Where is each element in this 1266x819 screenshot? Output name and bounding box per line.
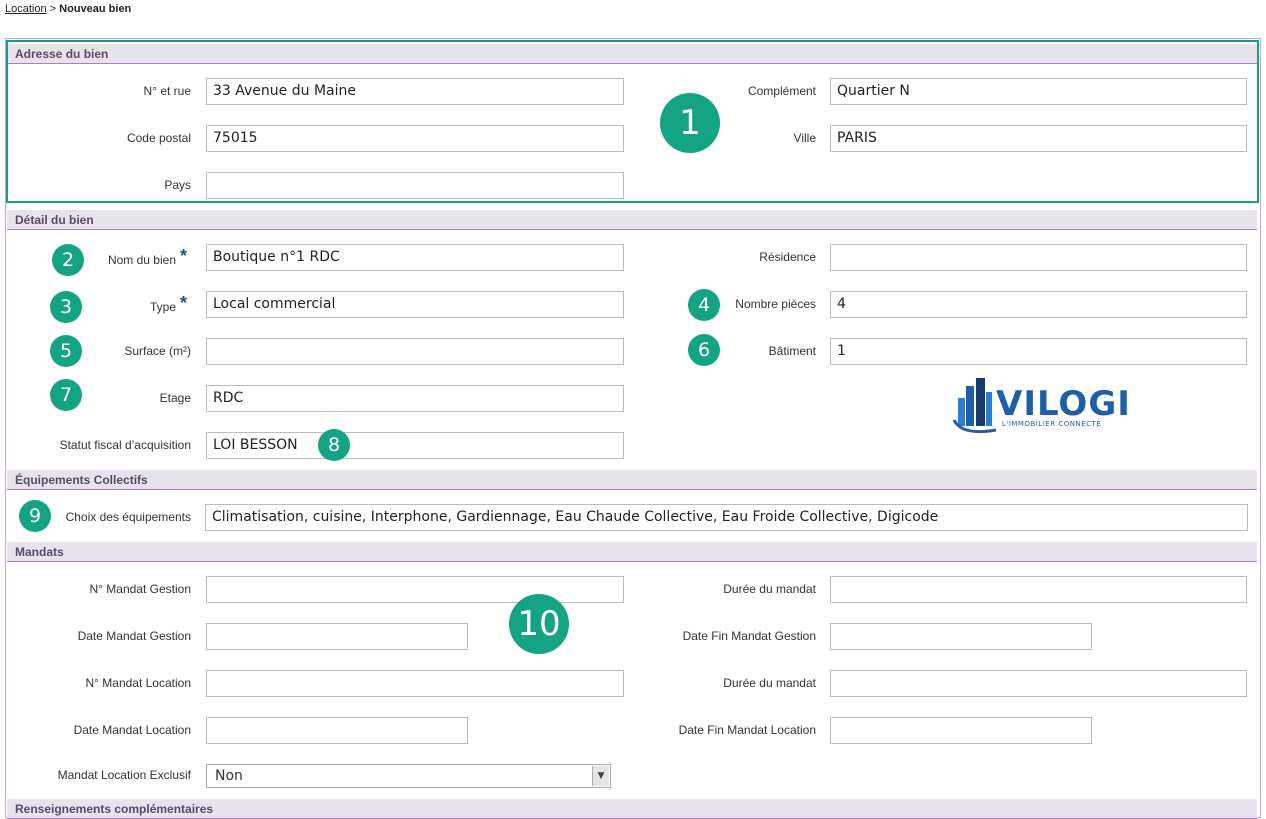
section-header-mandats: Mandats	[7, 542, 1257, 562]
date-fin-location-input[interactable]	[830, 717, 1092, 744]
nom-required-mark: *	[180, 246, 188, 266]
num-mandat-location-label: N° Mandat Location	[85, 676, 191, 690]
adresse-highlight-box	[6, 40, 1259, 203]
vilogi-logo: VILOGI L'IMMOBILIER CONNECTÉ	[952, 376, 1130, 438]
logo-tagline: L'IMMOBILIER CONNECTÉ	[1002, 420, 1102, 428]
residence-input[interactable]	[830, 244, 1247, 271]
nom-bien-input[interactable]: Boutique n°1 RDC	[206, 244, 624, 271]
statut-fiscal-input[interactable]: LOI BESSON	[206, 432, 624, 459]
code-postal-label: Code postal	[126, 131, 191, 145]
annotation-badge-8: 8	[318, 429, 350, 461]
num-mandat-gestion-input[interactable]	[206, 576, 624, 603]
equipements-input[interactable]: Climatisation, cuisine, Interphone, Gard…	[205, 504, 1248, 531]
nombre-pieces-input[interactable]: 4	[830, 291, 1247, 318]
type-label: Type	[149, 300, 176, 314]
type-required-mark: *	[180, 293, 188, 313]
complement-input[interactable]: Quartier N	[830, 78, 1247, 105]
section-header-renseignements: Renseignements complémentaires	[7, 799, 1257, 819]
num-mandat-gestion-label: N° Mandat Gestion	[89, 582, 191, 596]
date-mandat-gestion-label: Date Mandat Gestion	[77, 629, 191, 643]
building-icon	[952, 378, 997, 434]
date-fin-location-label: Date Fin Mandat Location	[678, 723, 816, 737]
pays-label: Pays	[164, 178, 191, 192]
date-mandat-location-input[interactable]	[206, 717, 468, 744]
duree-mandat-input-1[interactable]	[830, 576, 1247, 603]
duree-mandat-label-2: Durée du mandat	[723, 676, 816, 690]
section-header-equipements: Équipements Collectifs	[7, 470, 1257, 490]
etage-label: Etage	[159, 391, 191, 405]
rue-input[interactable]: 33 Avenue du Maine	[206, 78, 624, 105]
surface-input[interactable]	[206, 338, 624, 365]
section-header-detail: Détail du bien	[7, 210, 1257, 230]
date-fin-gestion-input[interactable]	[830, 623, 1092, 650]
pays-input[interactable]	[206, 172, 624, 199]
chevron-down-icon[interactable]: ▼	[592, 766, 609, 786]
type-input[interactable]: Local commercial	[206, 291, 624, 318]
equipements-label: Choix des équipements	[65, 510, 191, 524]
surface-label: Surface (m²)	[124, 344, 191, 358]
annotation-badge-9: 9	[19, 500, 51, 532]
date-mandat-location-label: Date Mandat Location	[73, 723, 191, 737]
mandat-exclusif-label: Mandat Location Exclusif	[57, 768, 191, 782]
annotation-badge-10: 10	[509, 594, 569, 654]
mandat-exclusif-select[interactable]: Non ▼	[206, 764, 611, 788]
rue-label: N° et rue	[143, 84, 191, 98]
duree-mandat-label-1: Durée du mandat	[723, 582, 816, 596]
mandat-exclusif-value: Non	[215, 768, 243, 784]
num-mandat-location-input[interactable]	[206, 670, 624, 697]
nom-bien-label: Nom du bien	[107, 253, 176, 267]
code-postal-input[interactable]: 75015	[206, 125, 624, 152]
breadcrumb-link-location[interactable]: Location	[5, 3, 47, 15]
breadcrumb-separator: >	[49, 3, 57, 15]
statut-fiscal-label: Statut fiscal d’acquisition	[59, 438, 191, 452]
breadcrumb-current: Nouveau bien	[59, 3, 132, 15]
ville-input[interactable]: PARIS	[830, 125, 1247, 152]
batiment-input[interactable]: 1	[830, 338, 1247, 365]
breadcrumb: Location > Nouveau bien	[5, 3, 131, 15]
etage-input[interactable]: RDC	[206, 385, 624, 412]
date-fin-gestion-label: Date Fin Mandat Gestion	[682, 629, 816, 643]
date-mandat-gestion-input[interactable]	[206, 623, 468, 650]
batiment-label: Bâtiment	[768, 344, 816, 358]
annotation-badge-1: 1	[660, 93, 720, 153]
duree-mandat-input-2[interactable]	[830, 670, 1247, 697]
logo-name: VILOGI	[996, 384, 1131, 424]
residence-label: Résidence	[759, 250, 816, 264]
nombre-pieces-label: Nombre pièces	[735, 297, 816, 311]
